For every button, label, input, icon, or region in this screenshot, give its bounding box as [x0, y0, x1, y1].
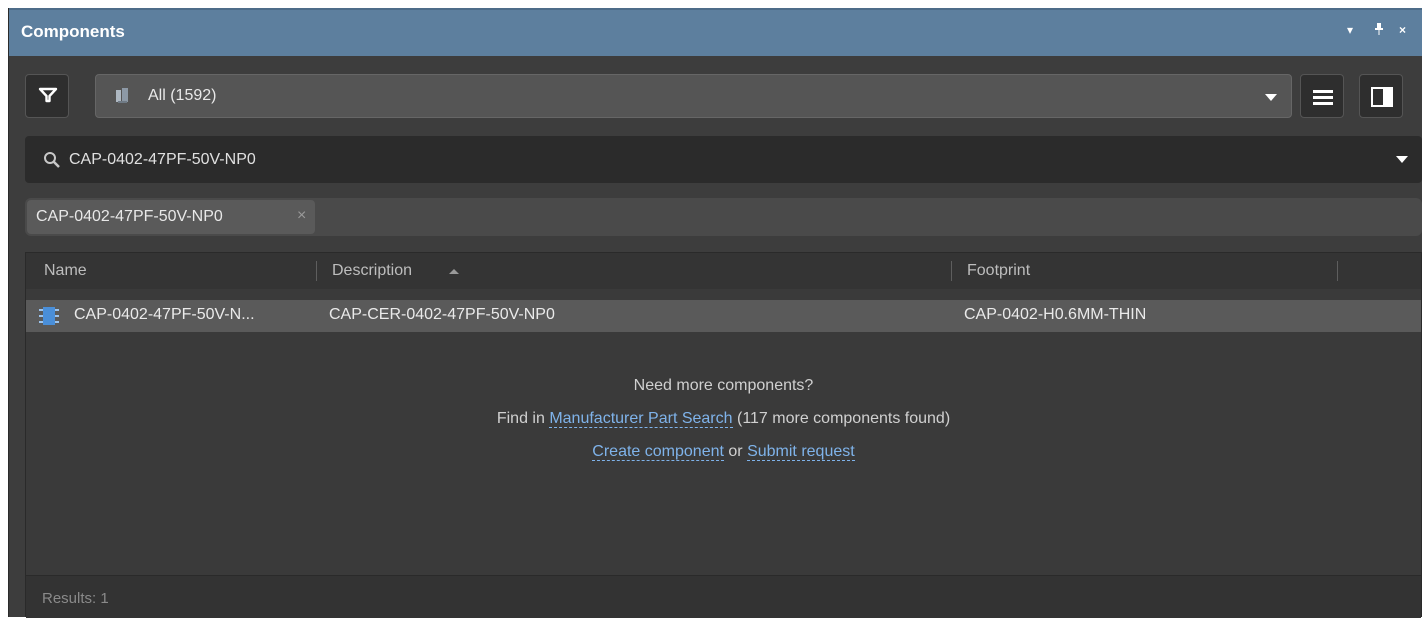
- status-bar: Results: 1: [26, 575, 1421, 618]
- list-view-icon: [1313, 90, 1333, 105]
- panel-title: Components: [21, 22, 125, 41]
- column-header-description[interactable]: Description: [332, 262, 412, 280]
- create-request-line: Create component or Submit request: [26, 435, 1421, 468]
- submit-request-link[interactable]: Submit request: [747, 443, 855, 461]
- close-icon[interactable]: ×: [1399, 23, 1406, 37]
- active-filters-bar: CAP-0402-47PF-50V-NP0 ×: [25, 198, 1422, 236]
- remove-chip-icon[interactable]: ×: [297, 207, 306, 225]
- cell-footprint: CAP-0402-H0.6MM-THIN: [964, 306, 1147, 323]
- cell-name: CAP-0402-47PF-50V-N...: [74, 306, 255, 323]
- manufacturer-part-search-link[interactable]: Manufacturer Part Search: [549, 410, 733, 428]
- pin-icon[interactable]: [1374, 23, 1384, 38]
- filter-chip-label: CAP-0402-47PF-50V-NP0: [36, 208, 223, 225]
- filter-button[interactable]: [25, 74, 69, 118]
- grid-header: Name Description Footprint: [26, 253, 1421, 289]
- sort-ascending-icon: [449, 269, 459, 274]
- search-input[interactable]: CAP-0402-47PF-50V-NP0: [25, 136, 1422, 183]
- or-text: or: [728, 443, 743, 460]
- library-filter-combo[interactable]: All (1592): [95, 74, 1292, 118]
- search-icon: [44, 152, 60, 168]
- list-view-button[interactable]: [1300, 74, 1344, 118]
- component-icon: [39, 307, 59, 325]
- column-header-footprint[interactable]: Footprint: [967, 262, 1030, 280]
- more-components-heading: Need more components?: [633, 377, 814, 394]
- more-components-message: Need more components? Find in Manufactur…: [26, 369, 1421, 468]
- chevron-down-icon[interactable]: [1265, 94, 1277, 101]
- split-view-icon: [1371, 87, 1393, 107]
- more-found-text: (117 more components found): [736, 410, 951, 427]
- library-filter-value: All (1592): [148, 87, 217, 104]
- column-resize-handle[interactable]: [1337, 261, 1338, 281]
- library-icon: [116, 88, 128, 103]
- cell-description: CAP-CER-0402-47PF-50V-NP0: [329, 306, 555, 323]
- results-count: Results: 1: [42, 590, 109, 607]
- find-in-text: Find in: [496, 410, 545, 427]
- manufacturer-search-line: Find in Manufacturer Part Search (117 mo…: [26, 402, 1421, 435]
- panel-menu-icon[interactable]: ▾: [1347, 23, 1353, 37]
- column-resize-handle[interactable]: [951, 261, 952, 281]
- split-view-button[interactable]: [1359, 74, 1403, 118]
- search-history-chevron-icon[interactable]: [1396, 156, 1408, 163]
- create-component-link[interactable]: Create component: [592, 443, 724, 461]
- filter-icon: [38, 87, 58, 103]
- panel-titlebar: Components ▾ ×: [9, 8, 1422, 56]
- column-resize-handle[interactable]: [316, 261, 317, 281]
- search-input-value: CAP-0402-47PF-50V-NP0: [69, 151, 256, 168]
- components-panel: Components ▾ × All (1592) CAP-0402-47PF-…: [8, 8, 1422, 618]
- filter-chip: CAP-0402-47PF-50V-NP0 ×: [27, 200, 315, 234]
- column-header-name[interactable]: Name: [44, 262, 87, 280]
- components-grid: Name Description Footprint CAP-0402-47PF…: [25, 252, 1422, 618]
- table-row[interactable]: CAP-0402-47PF-50V-N... CAP-CER-0402-47PF…: [26, 300, 1421, 332]
